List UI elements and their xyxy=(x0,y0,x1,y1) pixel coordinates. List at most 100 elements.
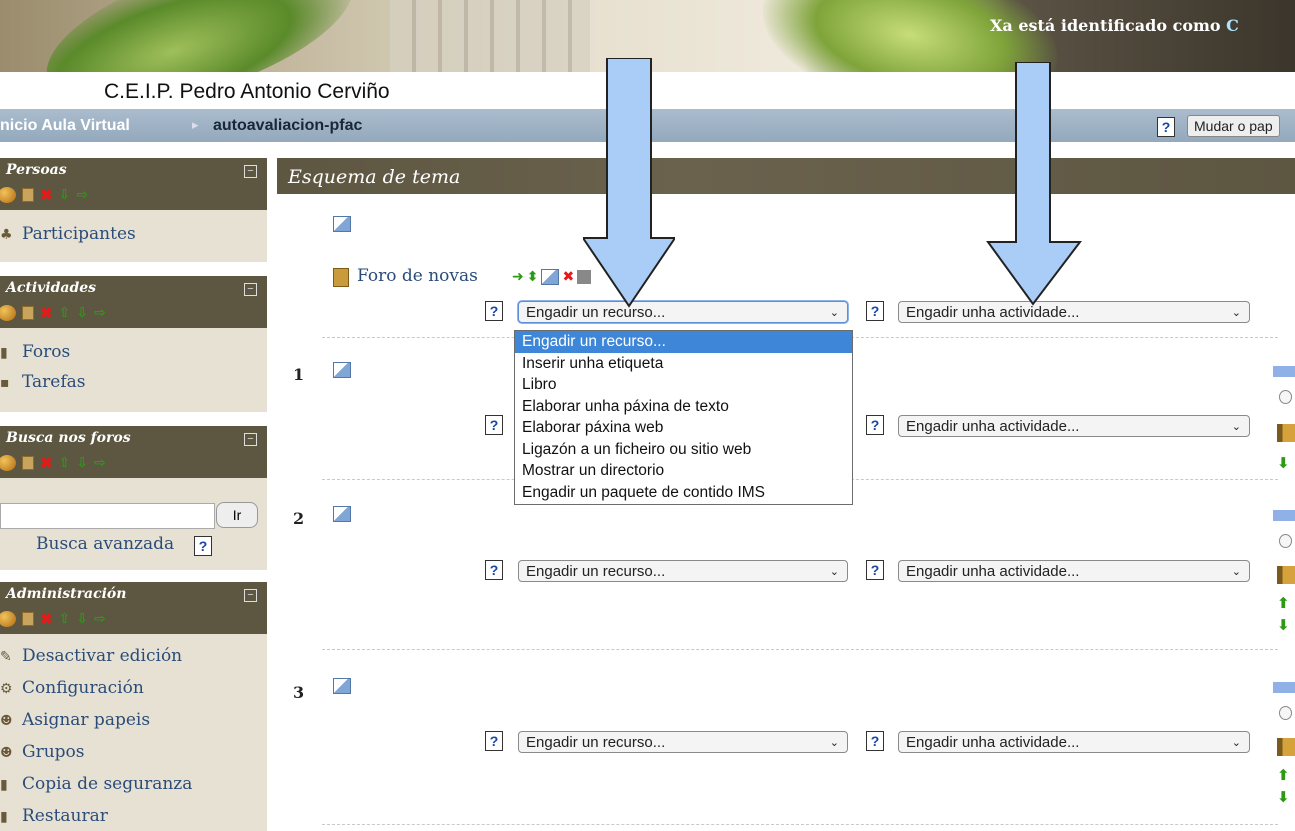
select-value: Engadir unha actividade... xyxy=(906,734,1080,751)
help-icon[interactable]: ? xyxy=(485,731,503,751)
delete-icon[interactable]: ✖ xyxy=(40,186,53,204)
sidebar-item-restaurar[interactable]: ▮ Restaurar xyxy=(0,806,108,826)
delete-icon[interactable]: ✖ xyxy=(40,610,53,628)
arrow-up-icon[interactable]: ⇧ xyxy=(59,455,71,471)
highlight-icon[interactable] xyxy=(1273,682,1295,693)
page-icon[interactable] xyxy=(22,612,34,626)
switch-role-button[interactable]: Mudar o pap xyxy=(1187,115,1280,137)
page-icon[interactable] xyxy=(22,456,34,470)
edit-icon[interactable] xyxy=(333,362,351,378)
hide-section-icon[interactable] xyxy=(1277,566,1295,584)
sidebar-item-desactivar-edicion[interactable]: ✎ Desactivar edición xyxy=(0,646,182,666)
dropdown-option[interactable]: Engadir un recurso... xyxy=(515,331,852,353)
sidebar-item-participantes[interactable]: ♣ Participantes xyxy=(0,224,136,244)
highlight-icon[interactable] xyxy=(1273,366,1295,377)
help-icon[interactable]: ? xyxy=(485,415,503,435)
arrow-right-icon[interactable]: ⇨ xyxy=(76,187,88,203)
add-resource-select[interactable]: Engadir un recurso... ⌄ xyxy=(518,301,848,323)
sidebar-item-foros[interactable]: ▮ Foros xyxy=(0,342,70,362)
breadcrumb-home-link[interactable]: nicio Aula Virtual xyxy=(0,117,130,135)
collapse-icon[interactable]: − xyxy=(244,165,257,178)
users-icon[interactable] xyxy=(0,305,16,321)
arrow-right-icon[interactable]: ➜ xyxy=(512,269,524,285)
sidebar-item-copia-de-seguranza[interactable]: ▮ Copia de seguranza xyxy=(0,774,192,794)
block-controls: ✖ ⇧ ⇩ ⇨ xyxy=(0,304,106,322)
dropdown-option[interactable]: Inserir unha etiqueta xyxy=(515,353,852,375)
lightbulb-icon[interactable] xyxy=(1279,534,1292,548)
edit-icon[interactable] xyxy=(333,678,351,694)
section-number: 1 xyxy=(293,365,305,384)
collapse-icon[interactable]: − xyxy=(244,283,257,296)
edit-icon[interactable] xyxy=(333,216,351,232)
dropdown-option[interactable]: Mostrar un directorio xyxy=(515,460,852,482)
chevron-down-icon: ⌄ xyxy=(1231,307,1241,319)
users-icon[interactable] xyxy=(0,611,16,627)
dropdown-option[interactable]: Engadir un paquete de contido IMS xyxy=(515,482,852,504)
add-activity-select[interactable]: Engadir unha actividade... ⌄ xyxy=(898,731,1250,753)
edit-icon[interactable] xyxy=(541,269,560,285)
search-go-button[interactable]: Ir xyxy=(216,502,258,528)
help-icon[interactable]: ? xyxy=(485,560,503,580)
users-icon[interactable] xyxy=(0,455,16,471)
add-resource-select[interactable]: Engadir un recurso... ⌄ xyxy=(518,560,848,582)
highlight-icon[interactable] xyxy=(1273,510,1295,521)
arrow-down-icon[interactable]: ⇩ xyxy=(76,455,88,471)
add-activity-select[interactable]: Engadir unha actividade... ⌄ xyxy=(898,415,1250,437)
dropdown-option[interactable]: Elaborar páxina web xyxy=(515,417,852,439)
arrow-up-icon[interactable]: ⇧ xyxy=(59,611,71,627)
select-value: Engadir un recurso... xyxy=(526,563,666,580)
users-icon[interactable] xyxy=(0,187,16,203)
arrow-down-icon[interactable]: ⬇ xyxy=(1277,616,1290,634)
arrow-down-icon[interactable]: ⬇ xyxy=(1277,454,1290,472)
arrow-right-icon[interactable]: ⇨ xyxy=(94,455,106,471)
sidebar-item-configuracion[interactable]: ⚙ Configuración xyxy=(0,678,144,698)
help-icon[interactable]: ? xyxy=(866,560,884,580)
forum-search-input[interactable] xyxy=(0,503,215,529)
help-icon[interactable]: ? xyxy=(1157,117,1175,137)
block-administracion-body: ✎ Desactivar edición ⚙ Configuración ☻ Asig… xyxy=(0,634,267,831)
sidebar-item-tarefas[interactable]: ▪ Tarefas xyxy=(0,372,86,392)
arrow-right-icon[interactable]: ⇨ xyxy=(94,305,106,321)
arrow-down-icon[interactable]: ⇩ xyxy=(76,611,88,627)
login-info-text: Xa está identificado como xyxy=(990,16,1227,35)
arrow-down-icon[interactable]: ⬇ xyxy=(1277,788,1290,806)
add-resource-select[interactable]: Engadir un recurso... ⌄ xyxy=(518,731,848,753)
arrow-right-icon[interactable]: ⇨ xyxy=(94,611,106,627)
breadcrumb-course: autoavaliacion-pfac xyxy=(213,117,363,134)
arrow-up-icon[interactable]: ⇧ xyxy=(59,305,71,321)
sidebar-item-grupos[interactable]: ☻ Grupos xyxy=(0,742,85,762)
forum-news-link[interactable]: Foro de novas xyxy=(357,266,478,286)
sidebar-item-label: Grupos xyxy=(22,742,85,762)
delete-icon[interactable]: ✖ xyxy=(40,454,53,472)
dropdown-option[interactable]: Ligazón a un ficheiro ou sitio web xyxy=(515,439,852,461)
arrow-up-icon[interactable]: ⬆ xyxy=(1277,766,1290,784)
arrow-down-icon[interactable]: ⇩ xyxy=(59,187,71,203)
edit-icon[interactable] xyxy=(333,506,351,522)
user-link[interactable]: C xyxy=(1226,16,1239,35)
help-icon[interactable]: ? xyxy=(485,301,503,321)
collapse-icon[interactable]: − xyxy=(244,589,257,602)
lightbulb-icon[interactable] xyxy=(1279,390,1292,404)
page-icon[interactable] xyxy=(22,188,34,202)
move-icon[interactable]: ⬍ xyxy=(527,269,539,285)
dropdown-option[interactable]: Elaborar unha páxina de texto xyxy=(515,396,852,418)
help-icon[interactable]: ? xyxy=(194,536,212,556)
add-activity-select[interactable]: Engadir unha actividade... ⌄ xyxy=(898,560,1250,582)
page-icon[interactable] xyxy=(22,306,34,320)
hide-section-icon[interactable] xyxy=(1277,738,1295,756)
help-icon[interactable]: ? xyxy=(866,415,884,435)
sidebar-item-asignar-papeis[interactable]: ☻ Asignar papeis xyxy=(0,710,150,730)
advanced-search-link[interactable]: Busca avanzada xyxy=(36,534,174,554)
hide-section-icon[interactable] xyxy=(1277,424,1295,442)
delete-icon[interactable]: ✖ xyxy=(562,269,574,285)
help-icon[interactable]: ? xyxy=(866,731,884,751)
lightbulb-icon[interactable] xyxy=(1279,706,1292,720)
dropdown-option[interactable]: Libro xyxy=(515,374,852,396)
delete-icon[interactable]: ✖ xyxy=(40,304,53,322)
help-icon[interactable]: ? xyxy=(866,301,884,321)
block-administracion-header: Administración − ✖ ⇧ ⇩ ⇨ xyxy=(0,582,267,634)
callout-arrow-left xyxy=(583,58,675,308)
collapse-icon[interactable]: − xyxy=(244,433,257,446)
arrow-down-icon[interactable]: ⇩ xyxy=(76,305,88,321)
arrow-up-icon[interactable]: ⬆ xyxy=(1277,594,1290,612)
